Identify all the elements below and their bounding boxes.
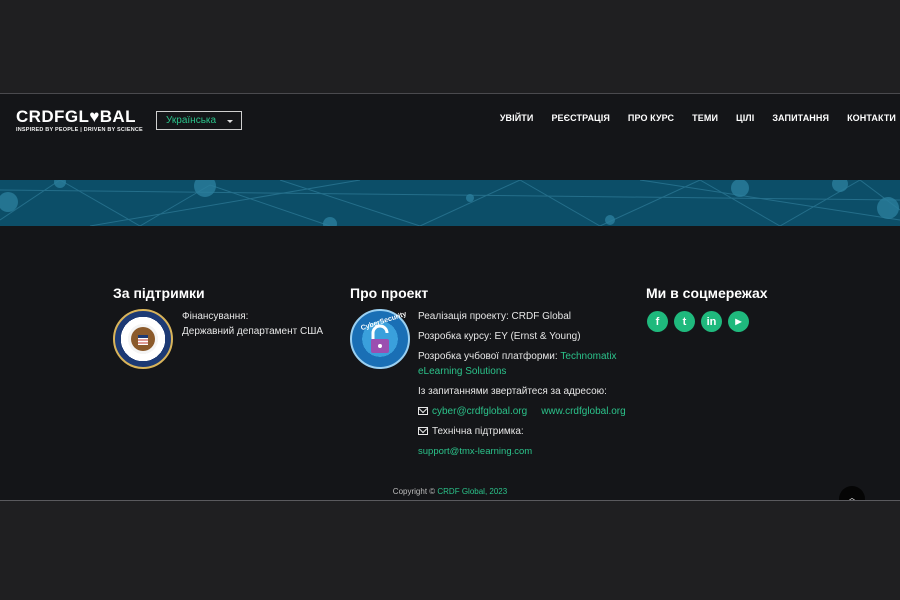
nav-about-course[interactable]: ПРО КУРС (628, 113, 674, 123)
nav-login[interactable]: УВІЙТИ (500, 113, 534, 123)
chevron-down-icon (227, 120, 233, 123)
main-nav: УВІЙТИ РЕЄСТРАЦІЯ ПРО КУРС ТЕМИ ЦІЛІ ЗАП… (482, 113, 896, 123)
site-header: CRDFGL♥BAL INSPIRED BY PEOPLE | DRIVEN B… (0, 94, 900, 180)
linkedin-icon[interactable]: in (701, 311, 722, 332)
browser-page: CRDFGL♥BAL INSPIRED BY PEOPLE | DRIVEN B… (0, 0, 900, 600)
logo-wordmark: CRDFGL♥BAL (16, 107, 136, 126)
tech-support-row: Технічна підтримка: (418, 424, 524, 439)
envelope-icon (418, 407, 428, 415)
tech-support-label: Технічна підтримка: (432, 426, 524, 437)
crdf-global-logo[interactable]: CRDFGL♥BAL INSPIRED BY PEOPLE | DRIVEN B… (16, 108, 143, 133)
funder-name: Державний департамент США (182, 326, 324, 337)
contact-email-row: cyber@crdfglobal.org www.crdfglobal.org (418, 404, 626, 419)
twitter-icon[interactable]: t (674, 311, 695, 332)
nav-register[interactable]: РЕЄСТРАЦІЯ (551, 113, 609, 123)
nav-contacts[interactable]: КОНТАКТИ (847, 113, 896, 123)
network-banner (0, 180, 900, 226)
email-link[interactable]: cyber@crdfglobal.org (432, 406, 527, 417)
social-links: f t in ▶ (647, 311, 749, 332)
chevron-up-icon: ︿ (847, 493, 857, 501)
funding-label: Фінансування: (182, 311, 249, 322)
eagle-graphic (131, 327, 155, 351)
youtube-icon[interactable]: ▶ (728, 311, 749, 332)
support-email-link[interactable]: support@tmx-learning.com (418, 444, 532, 459)
contact-prompt: Із запитаннями звертайтеся за адресою: (418, 386, 607, 397)
project-title: Про проект (350, 285, 429, 301)
nav-faq[interactable]: ЗАПИТАННЯ (772, 113, 829, 123)
platform-text: Розробка учбової платформи: Technomatix … (418, 349, 628, 379)
site-viewport: CRDFGL♥BAL INSPIRED BY PEOPLE | DRIVEN B… (0, 93, 900, 501)
copyright-link[interactable]: CRDF Global, 2023 (437, 487, 507, 496)
facebook-icon[interactable]: f (647, 311, 668, 332)
support-title: За підтримки (113, 285, 205, 301)
envelope-icon (418, 427, 428, 435)
logo-tagline: INSPIRED BY PEOPLE | DRIVEN BY SCIENCE (16, 127, 143, 133)
implementation-text: Реалізація проекту: CRDF Global (418, 311, 571, 322)
copyright-prefix: Copyright © (392, 487, 438, 496)
social-title: Ми в соцмережах (646, 285, 768, 301)
language-select-value: Українська (166, 115, 217, 126)
website-link[interactable]: www.crdfglobal.org (541, 406, 625, 417)
network-pattern-graphic (0, 180, 900, 226)
course-dev-text: Розробка курсу: EY (Ernst & Young) (418, 331, 581, 342)
copyright-text: Copyright © CRDF Global, 2023 (0, 487, 900, 496)
platform-label: Розробка учбової платформи: (418, 351, 561, 362)
nav-goals[interactable]: ЦІЛІ (736, 113, 754, 123)
nav-topics[interactable]: ТЕМИ (692, 113, 718, 123)
language-select[interactable]: Українська (156, 111, 242, 130)
us-state-department-seal-icon (113, 309, 173, 369)
